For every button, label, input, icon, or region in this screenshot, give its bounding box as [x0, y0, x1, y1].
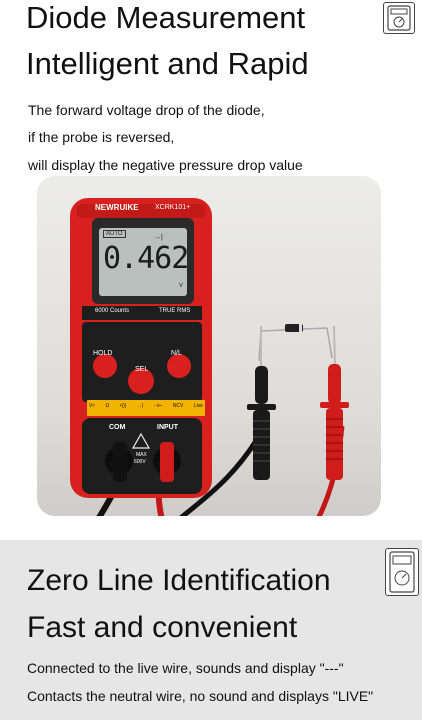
max-voltage-label: 600V — [134, 459, 146, 465]
mode-v: V≈ — [89, 403, 96, 409]
lcd-unit: V — [179, 283, 184, 289]
diode-desc-line2: if the probe is reversed, — [28, 129, 175, 145]
mode-strip: V≈ Ω •))) →| ⊣⊢ NCV Live — [89, 403, 203, 409]
mode-buzzer: •))) — [119, 403, 127, 409]
input-jack-label: INPUT — [157, 424, 178, 431]
diode-mode-icon: →| — [154, 234, 163, 241]
counts-label: 6000 Counts — [95, 308, 130, 314]
multimeter-badge-icon — [385, 548, 419, 596]
diode-title-line1: Diode Measurement — [26, 0, 306, 35]
diode-title-line2: Intelligent and Rapid — [26, 46, 309, 81]
sel-button-label: SEL — [135, 366, 149, 373]
zero-line-desc-line1: Connected to the live wire, sounds and d… — [27, 660, 344, 676]
max-label: MAX — [136, 452, 147, 458]
diode-section: Diode Measurement Intelligent and Rapid … — [0, 0, 422, 540]
multimeter-badge-icon — [383, 2, 415, 34]
auto-indicator: AUTO — [103, 230, 126, 238]
diode-desc-line1: The forward voltage drop of the diode, — [28, 102, 265, 118]
zero-line-desc-line2: Contacts the neutral wire, no sound and … — [27, 688, 374, 704]
zero-line-title-line2: Fast and convenient — [27, 611, 298, 644]
mode-capacitance: ⊣⊢ — [153, 403, 163, 409]
diode-desc-line3: will display the negative pressure drop … — [28, 157, 303, 173]
mode-live: Live — [193, 403, 203, 409]
meter-brand: NEWRUIKE — [95, 203, 139, 212]
nl-button-label: N/L — [171, 350, 182, 357]
multimeter-photo: NEWRUIKE XCRK101+ AUTO →| 0.462 V 6000 C… — [37, 176, 381, 516]
com-jack-label: COM — [109, 424, 126, 431]
zero-line-title-line1: Zero Line Identification — [27, 564, 331, 597]
mode-ncv: NCV — [172, 403, 184, 409]
mode-ohm: Ω — [105, 403, 110, 409]
mode-diode: →| — [136, 403, 144, 409]
meter-model: XCRK101+ — [155, 204, 191, 211]
true-rms-label: TRUE RMS — [159, 308, 191, 314]
hold-button-label: HOLD — [93, 350, 113, 357]
lcd-reading: 0.462 — [103, 241, 189, 276]
